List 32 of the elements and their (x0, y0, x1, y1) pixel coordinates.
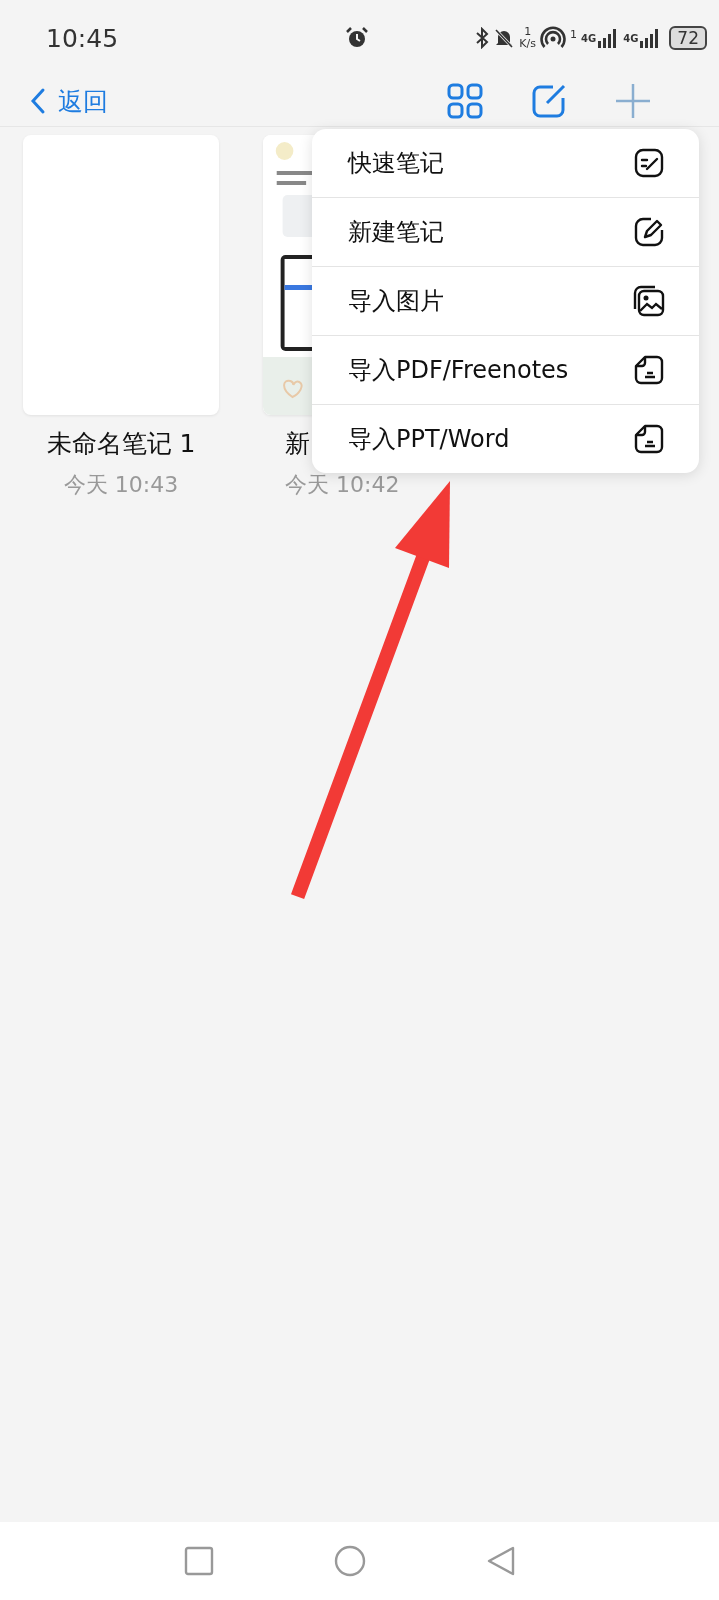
back-button[interactable]: 返回 (30, 84, 108, 118)
back-icon[interactable] (485, 1545, 516, 1577)
document-icon (633, 354, 665, 386)
image-icon (633, 285, 665, 317)
edit-note-icon[interactable] (531, 83, 567, 119)
note-date: 今天 10:42 (285, 471, 400, 499)
network-type: 4G (581, 32, 597, 44)
menu-item[interactable]: 新建笔记 (312, 198, 699, 266)
speed-value: 1 (524, 26, 532, 38)
menu-item[interactable]: 导入图片 (312, 267, 699, 335)
battery-indicator: 72 (669, 26, 707, 50)
note-title: 未命名笔记 1 (46, 428, 196, 460)
network-type: 4G (623, 32, 639, 44)
muted-bell-icon (493, 27, 516, 49)
menu-item[interactable]: 导入PPT/Word (312, 405, 699, 473)
grid-view-icon[interactable] (447, 83, 483, 119)
bluetooth-icon (475, 27, 490, 49)
quick-note-icon (633, 147, 665, 179)
hotspot-icon (540, 26, 566, 50)
pencil-square-icon (633, 216, 665, 248)
add-icon[interactable] (615, 83, 651, 119)
home-icon[interactable] (333, 1545, 366, 1577)
note-title: 新 (285, 428, 310, 460)
menu-item[interactable]: 导入PDF/Freenotes (312, 336, 699, 404)
clock-time: 10:45 (46, 23, 120, 53)
speed-unit: K/s (519, 38, 536, 50)
menu-item[interactable]: 快速笔记 (312, 129, 699, 197)
document-icon (633, 423, 665, 455)
back-chevron-icon (30, 87, 46, 115)
note-date: 今天 10:43 (63, 471, 179, 499)
hotspot-count: 1 (570, 28, 577, 41)
recent-apps-icon[interactable] (183, 1546, 214, 1576)
